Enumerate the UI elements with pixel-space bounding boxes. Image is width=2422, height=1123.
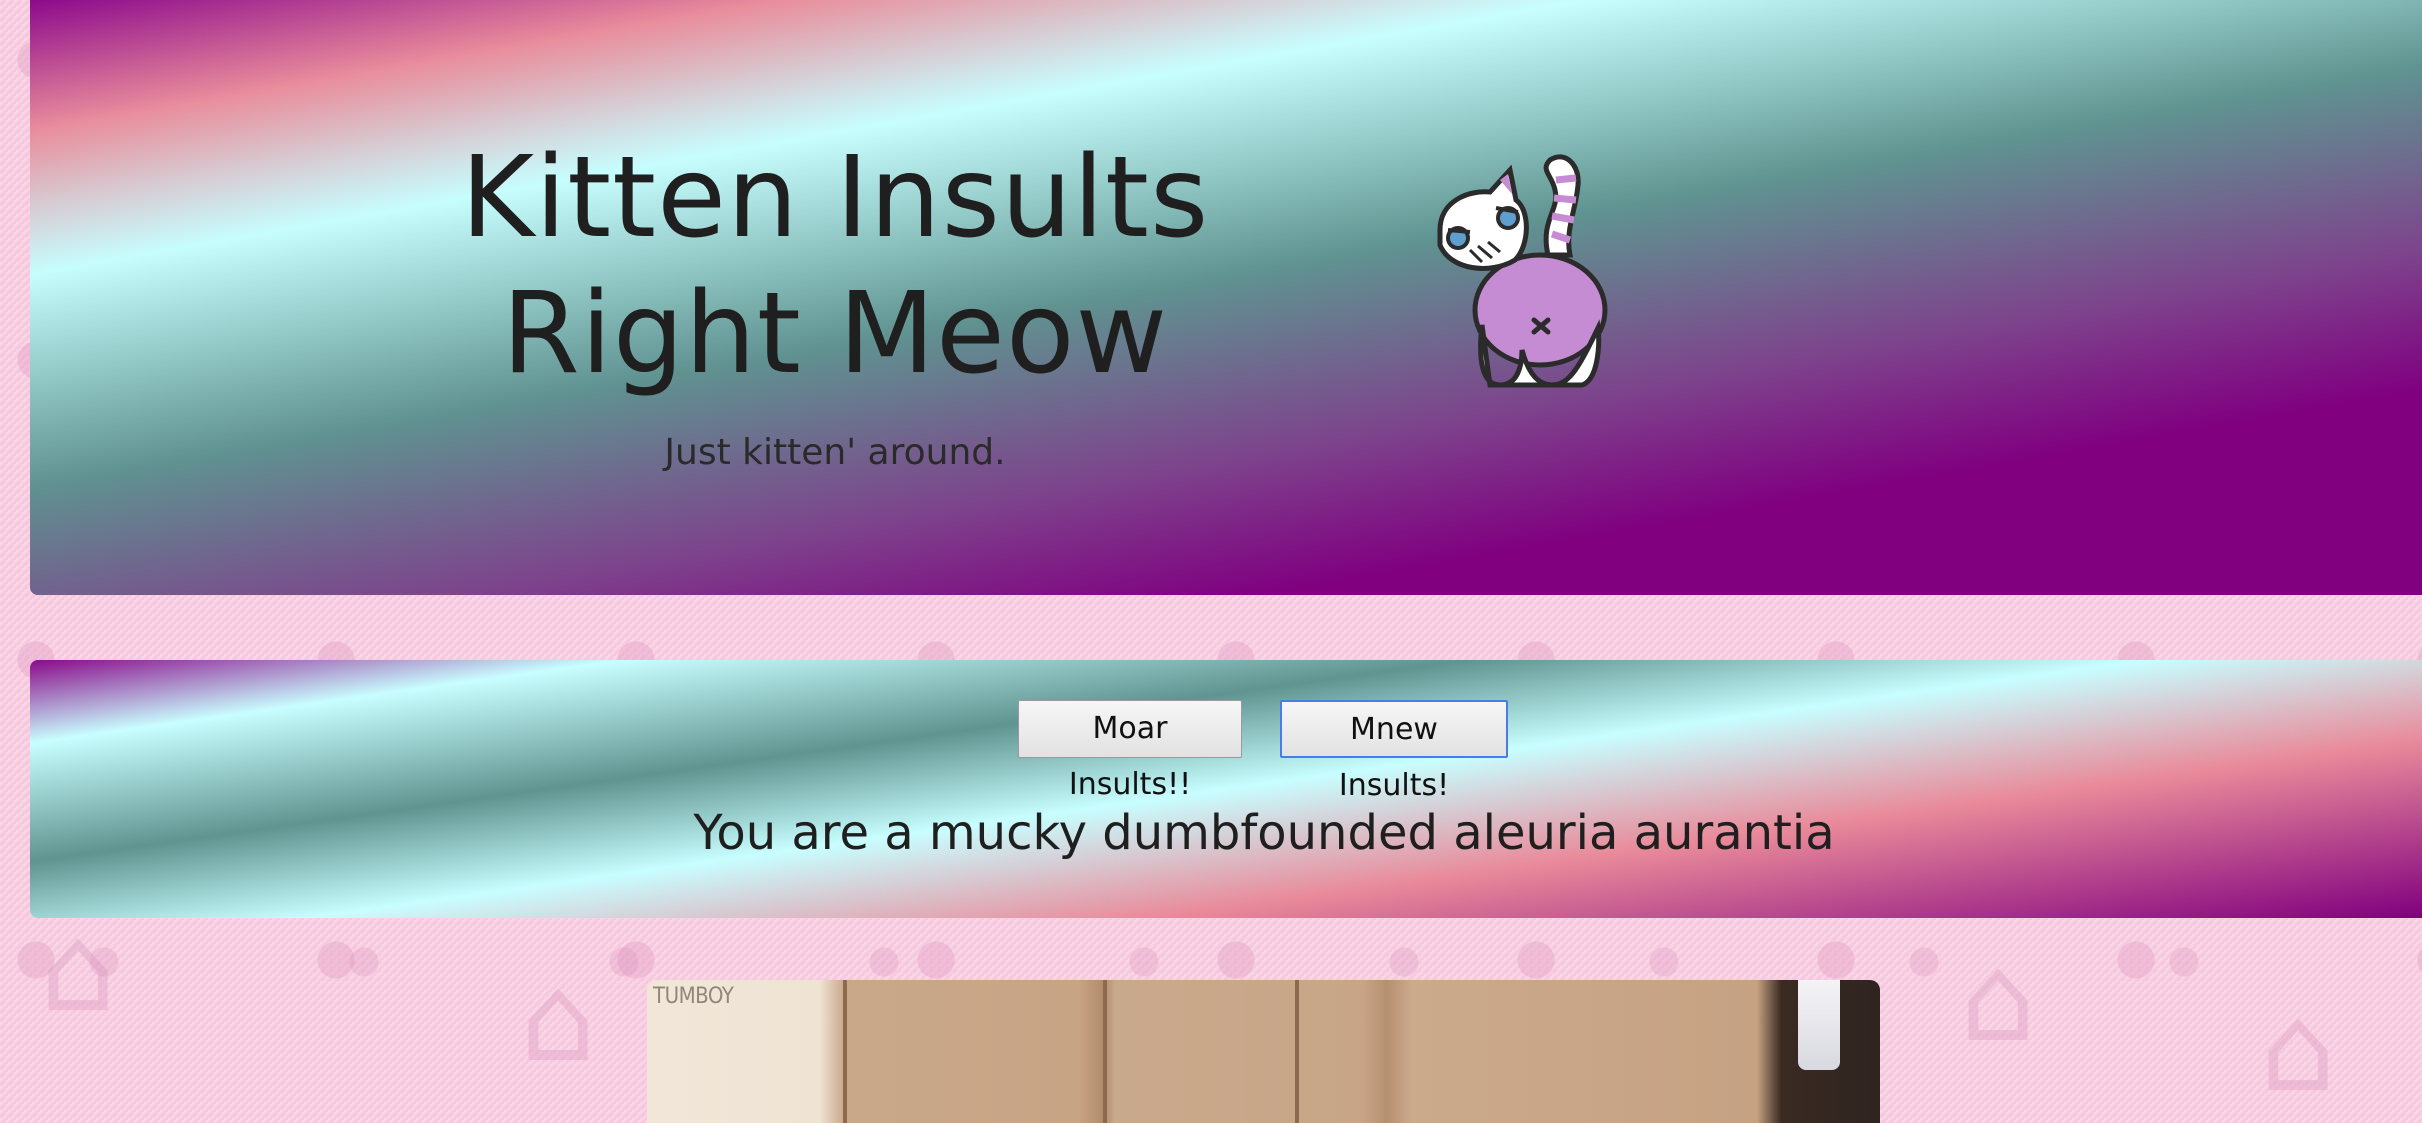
door-edge (1295, 980, 1299, 1123)
moar-insults-button[interactable]: Moar Insults!! (1018, 700, 1242, 802)
page-subtitle: Just kitten' around. (664, 432, 1006, 473)
page-title: Kitten Insults Right Meow (460, 133, 1210, 399)
insult-text: You are a mucky dumbfounded aleuria aura… (693, 805, 1835, 861)
door-edge (1103, 980, 1107, 1123)
mnew-insults-button[interactable]: Mnew Insults! (1280, 700, 1508, 803)
insult-panel: Moar Insults!! Mnew Insults! You are a m… (30, 660, 2422, 918)
towel (1798, 980, 1840, 1070)
header-banner: Kitten Insults Right Meow Just kitten' a… (30, 0, 2422, 595)
door-edge (843, 980, 847, 1123)
gif-watermark: TUMBOY (653, 984, 734, 1009)
cat-butt-icon (1437, 154, 1608, 388)
kitten-gif: TUMBOY (647, 980, 1880, 1123)
